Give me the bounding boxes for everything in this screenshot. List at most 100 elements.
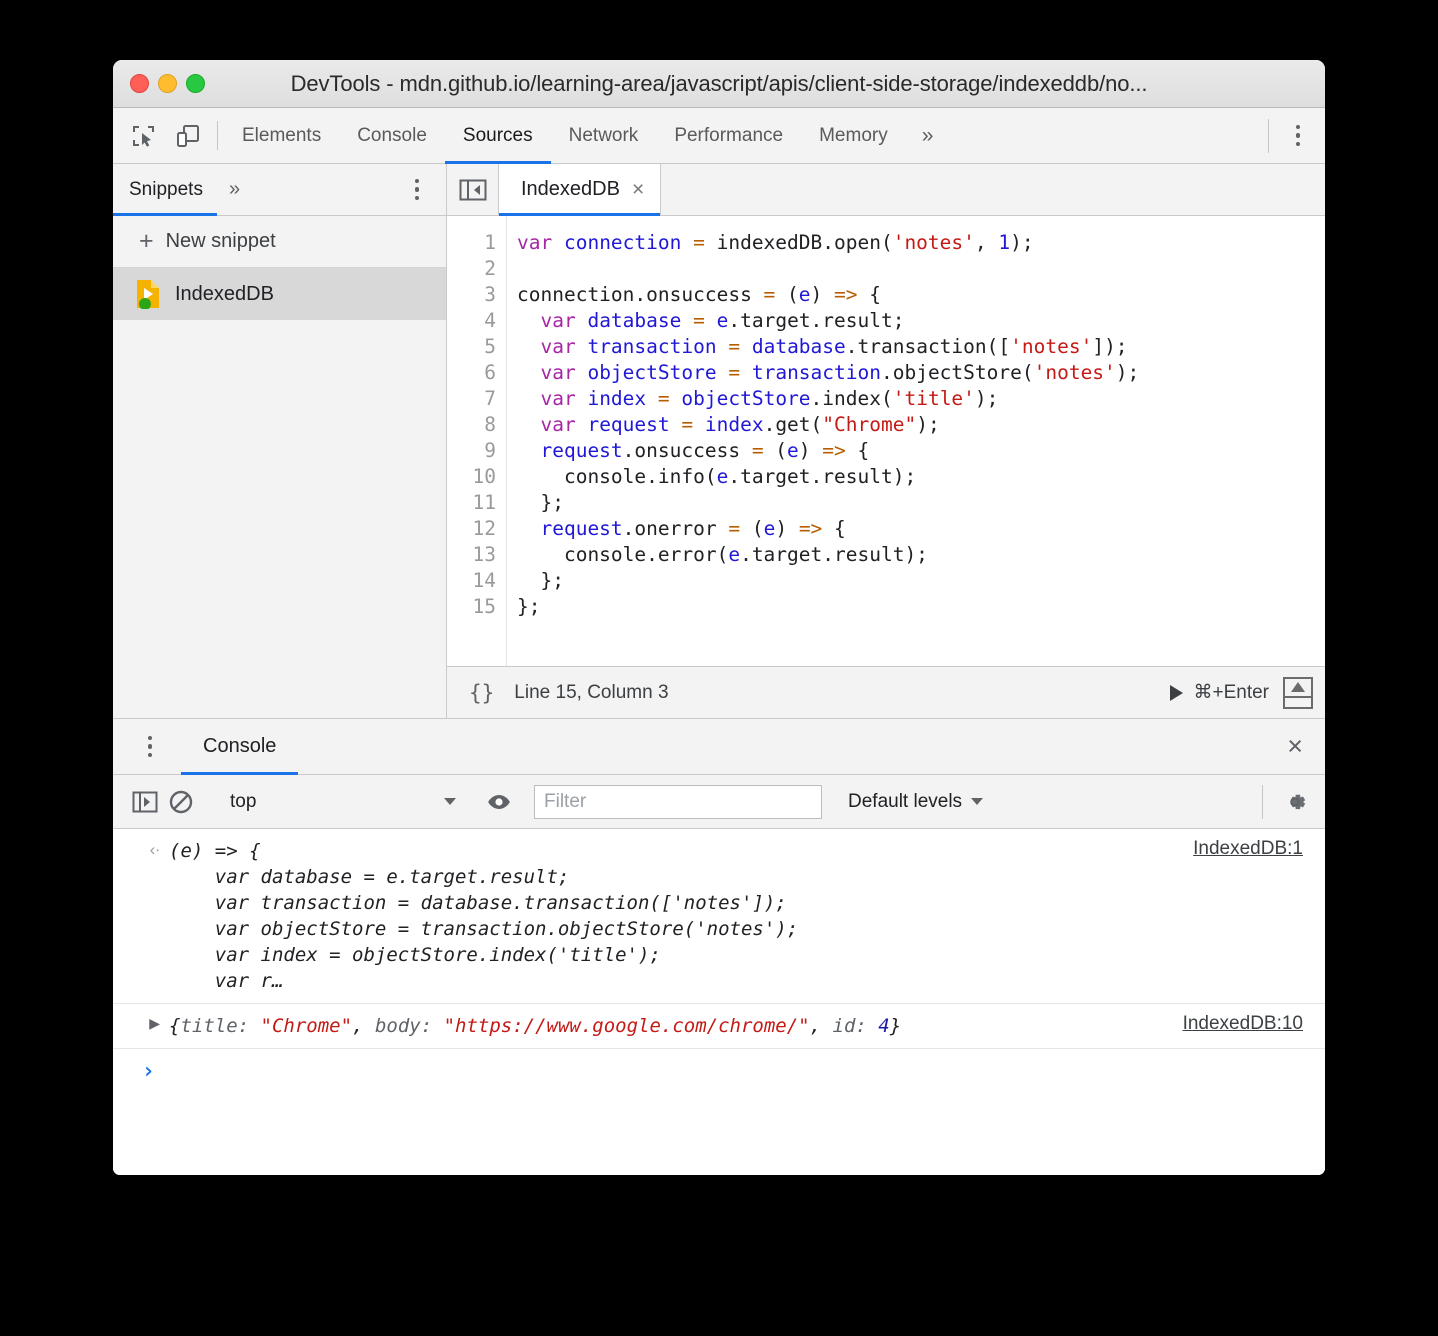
- console-toolbar-divider-4: [1262, 785, 1263, 819]
- new-snippet-label: New snippet: [166, 230, 276, 253]
- plus-icon: +: [139, 229, 154, 254]
- play-icon: [1170, 685, 1183, 701]
- line-number: 11: [447, 490, 496, 516]
- tab-console[interactable]: Console: [339, 108, 445, 163]
- snippet-item-indexeddb[interactable]: IndexedDB: [113, 268, 446, 320]
- main-menu-kebab-icon[interactable]: [1283, 119, 1313, 153]
- code-line: console.error(e.target.result);: [517, 542, 1325, 568]
- traffic-lights: [130, 74, 205, 93]
- tabbar-tool-icons: [113, 108, 211, 163]
- line-number: 6: [447, 360, 496, 386]
- line-number: 12: [447, 516, 496, 542]
- tab-network[interactable]: Network: [551, 108, 657, 163]
- console-context-value: top: [230, 791, 256, 813]
- editor-status-bar: {} Line 15, Column 3 ⌘+Enter: [447, 666, 1325, 718]
- chevron-down-icon: [971, 798, 983, 805]
- line-number: 15: [447, 594, 496, 620]
- code-editor[interactable]: 123456789101112131415 var connection = i…: [447, 216, 1325, 666]
- devtools-main-tabbar: Elements Console Sources Network Perform…: [113, 108, 1325, 164]
- code-line: [517, 256, 1325, 282]
- snippet-file-icon: [135, 279, 161, 309]
- code-line: connection.onsuccess = (e) => {: [517, 282, 1325, 308]
- disclosure-triangle-icon[interactable]: ▶: [113, 1013, 169, 1039]
- line-number: 10: [447, 464, 496, 490]
- console-prompt-input[interactable]: [169, 1061, 1325, 1089]
- line-number: 9: [447, 438, 496, 464]
- console-log-function[interactable]: ‹∙ (e) => { var database = e.target.resu…: [113, 829, 1325, 1004]
- toggle-navigator-icon[interactable]: [447, 164, 499, 215]
- console-sidebar-toggle-icon[interactable]: [127, 784, 163, 820]
- pop-out-bar: [1285, 696, 1311, 698]
- minimize-window-button[interactable]: [158, 74, 177, 93]
- live-expression-eye-icon[interactable]: [481, 784, 517, 820]
- console-context-selector[interactable]: top: [216, 785, 464, 819]
- console-drawer: Console × top: [113, 719, 1325, 1175]
- code-content[interactable]: var connection = indexedDB.open('notes',…: [507, 216, 1325, 666]
- console-function-text: (e) => { var database = e.target.result;…: [169, 838, 1175, 994]
- console-filter-input[interactable]: [534, 785, 822, 819]
- navigator-more-chevron-icon[interactable]: »: [217, 178, 252, 201]
- editor-tabbar: IndexedDB ×: [447, 164, 1325, 216]
- pretty-print-button[interactable]: {}: [447, 681, 514, 705]
- pop-out-icon[interactable]: [1283, 677, 1313, 709]
- source-editor-pane: IndexedDB × 123456789101112131415 var co…: [447, 164, 1325, 718]
- navigator-tab-snippets[interactable]: Snippets: [113, 164, 217, 215]
- line-number: 8: [447, 412, 496, 438]
- code-line: var index = objectStore.index('title');: [517, 386, 1325, 412]
- chevron-down-icon: [444, 798, 456, 805]
- editor-tab-indexeddb[interactable]: IndexedDB ×: [499, 164, 661, 215]
- editor-tab-label: IndexedDB: [521, 178, 620, 201]
- console-log-object[interactable]: ▶ {title: "Chrome", body: "https://www.g…: [113, 1004, 1325, 1049]
- tabbar-divider: [217, 121, 218, 150]
- return-value-arrow-icon: ‹∙: [113, 838, 169, 994]
- sources-navigator-sidebar: Snippets » + New snippet IndexedDB: [113, 164, 447, 718]
- device-toolbar-icon[interactable]: [171, 119, 205, 153]
- sources-panel: Snippets » + New snippet IndexedDB: [113, 164, 1325, 719]
- close-window-button[interactable]: [130, 74, 149, 93]
- line-number: 14: [447, 568, 496, 594]
- console-log-levels-selector[interactable]: Default levels: [848, 791, 983, 813]
- console-log-source-link[interactable]: IndexedDB:1: [1175, 838, 1303, 860]
- code-line: var database = e.target.result;: [517, 308, 1325, 334]
- panel-tabs: Elements Console Sources Network Perform…: [224, 108, 949, 163]
- clear-console-icon[interactable]: [163, 784, 199, 820]
- close-drawer-icon[interactable]: ×: [1287, 719, 1325, 774]
- tab-sources[interactable]: Sources: [445, 108, 551, 163]
- navigator-tabbar: Snippets »: [113, 164, 446, 216]
- drawer-tabbar: Console ×: [113, 719, 1325, 775]
- tab-memory[interactable]: Memory: [801, 108, 906, 163]
- window-titlebar: DevTools - mdn.github.io/learning-area/j…: [113, 60, 1325, 108]
- close-icon[interactable]: ×: [632, 179, 644, 200]
- console-output[interactable]: ‹∙ (e) => { var database = e.target.resu…: [113, 829, 1325, 1175]
- code-line: console.info(e.target.result);: [517, 464, 1325, 490]
- tab-elements[interactable]: Elements: [224, 108, 339, 163]
- line-number-gutter: 123456789101112131415: [447, 216, 507, 666]
- tabbar-right-group: [1268, 108, 1325, 163]
- run-snippet-button[interactable]: ⌘+Enter: [1170, 681, 1269, 704]
- new-snippet-button[interactable]: + New snippet: [113, 216, 446, 268]
- console-prompt-caret-icon: ›: [113, 1061, 169, 1083]
- code-line: };: [517, 568, 1325, 594]
- console-prompt[interactable]: ›: [113, 1049, 1325, 1089]
- snippet-item-label: IndexedDB: [175, 283, 274, 306]
- code-line: request.onsuccess = (e) => {: [517, 438, 1325, 464]
- inspect-element-icon[interactable]: [127, 119, 161, 153]
- code-line: request.onerror = (e) => {: [517, 516, 1325, 542]
- maximize-window-button[interactable]: [186, 74, 205, 93]
- console-settings-gear-icon[interactable]: [1277, 784, 1313, 820]
- editor-status-right: ⌘+Enter: [1170, 677, 1313, 709]
- drawer-menu-kebab-icon[interactable]: [113, 719, 181, 774]
- cursor-position-label: Line 15, Column 3: [514, 682, 668, 704]
- code-line: };: [517, 594, 1325, 620]
- console-log-levels-label: Default levels: [848, 791, 962, 813]
- tab-performance[interactable]: Performance: [656, 108, 801, 163]
- code-line: var connection = indexedDB.open('notes',…: [517, 230, 1325, 256]
- line-number: 5: [447, 334, 496, 360]
- navigator-menu-kebab-icon[interactable]: [402, 173, 432, 207]
- line-number: 7: [447, 386, 496, 412]
- drawer-tab-console[interactable]: Console: [181, 719, 298, 774]
- run-shortcut-label: ⌘+Enter: [1193, 681, 1269, 704]
- more-panels-chevron-icon[interactable]: »: [906, 108, 950, 163]
- console-log-source-link[interactable]: IndexedDB:10: [1165, 1013, 1303, 1035]
- code-line: };: [517, 490, 1325, 516]
